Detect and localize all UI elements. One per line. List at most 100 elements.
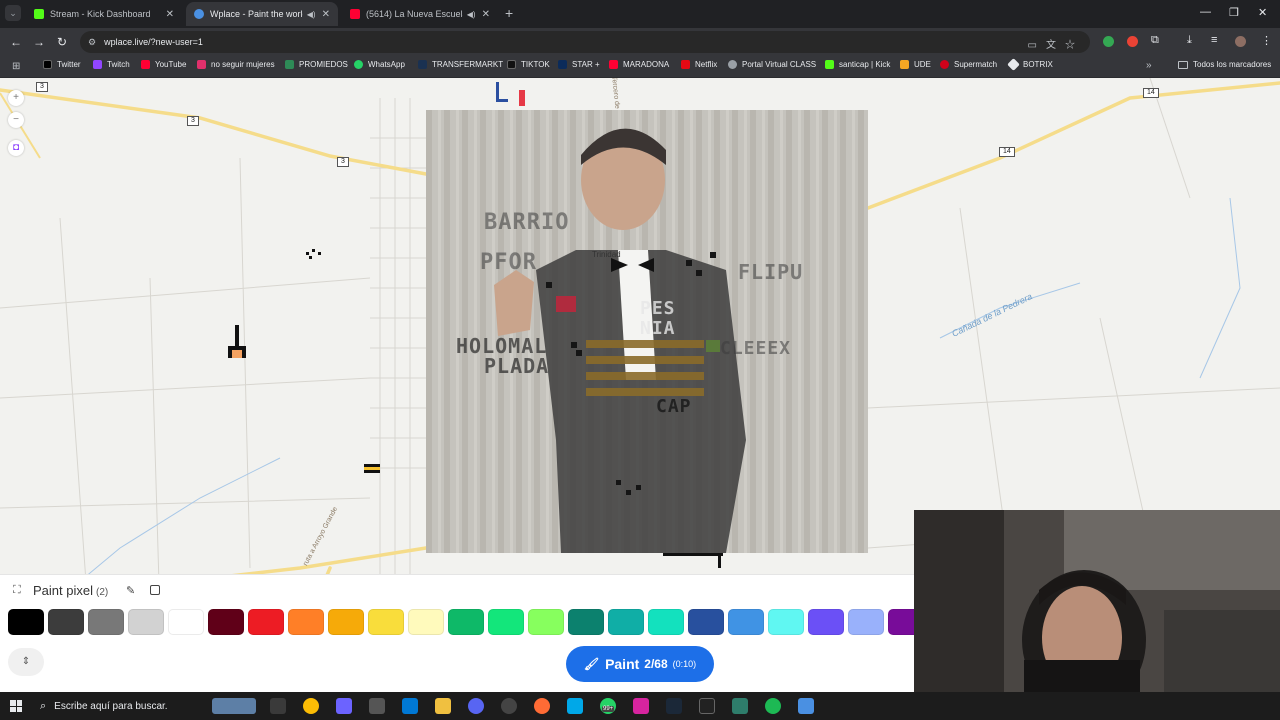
extensions-puzzle-icon[interactable]: ⧉ [1151,34,1159,47]
tab-search-icon[interactable]: ⌄ [5,5,21,21]
minimize-icon[interactable]: — [1200,6,1211,18]
tab-kick-dashboard[interactable]: Stream - Kick Dashboard ✕ [26,2,182,26]
extension-icon[interactable] [1103,36,1114,47]
bookmark-star-icon[interactable]: ☆ [1065,40,1084,51]
app-icon[interactable] [369,698,385,714]
app-icon[interactable] [633,698,649,714]
more-bookmarks-icon[interactable]: » [1146,60,1152,71]
tab-wplace[interactable]: Wplace - Paint the world ◀) ✕ [186,2,338,26]
close-tab-icon[interactable]: ✕ [322,9,330,20]
bookmark-star-plus[interactable]: STAR + [558,60,600,69]
chrome-icon[interactable] [303,698,319,714]
firefox-icon[interactable] [534,698,550,714]
color-swatch[interactable] [128,609,164,635]
youtube-icon [350,9,360,19]
task-view-icon[interactable] [270,698,286,714]
color-swatch[interactable] [728,609,764,635]
site-info-icon[interactable]: ⚙ [88,37,96,48]
color-swatch[interactable] [448,609,484,635]
color-swatch[interactable] [808,609,844,635]
bookmark-ude[interactable]: UDE [900,60,931,69]
whatsapp-icon [354,60,363,69]
color-swatch[interactable] [328,609,364,635]
color-swatch[interactable] [408,609,444,635]
bookmark-promiedos[interactable]: PROMIEDOS [285,60,348,69]
color-swatch[interactable] [168,609,204,635]
bookmark-twitter[interactable]: Twitter [43,60,81,69]
news-widget-icon[interactable] [212,698,256,714]
zoom-out-button[interactable]: − [8,112,24,128]
spotify-icon[interactable] [765,698,781,714]
url-text[interactable]: wplace.live/?new-user=1 [104,37,203,47]
bookmark-botrix[interactable]: BOTRIX [1007,58,1053,71]
audio-playing-icon[interactable]: ◀) [307,10,316,19]
extension-icon[interactable] [1127,36,1138,47]
apps-grid-icon[interactable]: ⊞ [12,61,20,72]
bookmark-tiktok[interactable]: TIKTOK [507,60,550,69]
menu-kebab-icon[interactable]: ⋮ [1261,34,1272,47]
close-tab-icon[interactable]: ✕ [166,9,174,20]
restore-icon[interactable]: ❐ [1229,6,1239,19]
color-swatch[interactable] [648,609,684,635]
bookmark-youtube[interactable]: YouTube [141,60,186,69]
skype-icon[interactable] [567,698,583,714]
bookmark-instagram[interactable]: no seguir mujeres [197,60,275,69]
capcut-icon[interactable] [699,698,715,714]
color-swatch[interactable] [768,609,804,635]
profile-avatar[interactable] [1235,36,1246,47]
outlook-icon[interactable] [402,698,418,714]
address-bar[interactable]: ⚙ wplace.live/?new-user=1 ▭文☆ [80,31,1090,53]
color-swatch[interactable] [208,609,244,635]
color-swatch[interactable] [568,609,604,635]
app-icon[interactable] [732,698,748,714]
back-icon[interactable]: ← [10,35,22,49]
color-swatch[interactable] [8,609,44,635]
bookmark-whatsapp[interactable]: WhatsApp [354,60,405,69]
color-swatch[interactable] [288,609,324,635]
new-tab-button[interactable]: + [505,5,513,21]
app-icon[interactable] [501,698,517,714]
bookmark-twitch[interactable]: Twitch [93,60,130,69]
copilot-icon[interactable] [336,698,352,714]
color-swatch[interactable] [488,609,524,635]
color-swatch[interactable] [528,609,564,635]
all-bookmarks-folder[interactable]: Todos los marcadores [1178,60,1271,69]
bookmark-maradona[interactable]: MARADONA [609,60,669,69]
color-swatch[interactable] [88,609,124,635]
reading-list-icon[interactable]: ≡ [1211,34,1217,46]
paint-button[interactable]: 🖌 Paint 2/68 (0:10) [566,646,714,682]
bookmark-supermatch[interactable]: Supermatch [940,60,997,69]
file-explorer-icon[interactable] [435,698,451,714]
bookmark-santicap-kick[interactable]: santicap | Kick [825,60,890,69]
toggle-panel-button[interactable]: ⇕ [8,648,44,676]
app-icon[interactable] [798,698,814,714]
eraser-icon[interactable] [150,585,160,595]
twitch-overlay-icon[interactable]: ◘ [8,140,24,156]
discord-icon[interactable] [468,698,484,714]
bookmark-netflix[interactable]: Netflix [681,60,717,69]
windows-start-icon[interactable] [10,700,22,712]
botrix-icon [1007,58,1020,71]
color-swatch[interactable] [248,609,284,635]
reload-icon[interactable]: ↻ [57,35,67,49]
pencil-icon[interactable]: ✎ [126,584,135,597]
color-swatch[interactable] [368,609,404,635]
audio-playing-icon[interactable]: ◀) [467,10,476,19]
color-swatch[interactable] [608,609,644,635]
forward-icon[interactable]: → [33,35,45,49]
bookmark-portal-virtual[interactable]: Portal Virtual CLASS [728,60,816,69]
translate-icon[interactable]: 文 [1046,40,1065,51]
pixel-artwork[interactable]: BARRIO PFOR HOLOMAL PLADA CAP FLIPU PES … [426,110,868,553]
tab-youtube[interactable]: (5614) La Nueva Escuela - M ◀) ✕ [342,2,498,26]
download-icon[interactable]: ⤓ [1187,34,1192,47]
install-icon[interactable]: ▭ [1028,40,1046,51]
expand-icon[interactable]: ⛶ [13,584,21,597]
color-swatch[interactable] [688,609,724,635]
color-swatch[interactable] [48,609,84,635]
color-swatch[interactable] [848,609,884,635]
close-tab-icon[interactable]: ✕ [482,9,490,20]
close-window-icon[interactable]: ✕ [1258,6,1267,19]
bookmark-transfermarkt[interactable]: TRANSFERMARKT [418,60,503,69]
steam-icon[interactable] [666,698,682,714]
zoom-in-button[interactable]: + [8,90,24,106]
